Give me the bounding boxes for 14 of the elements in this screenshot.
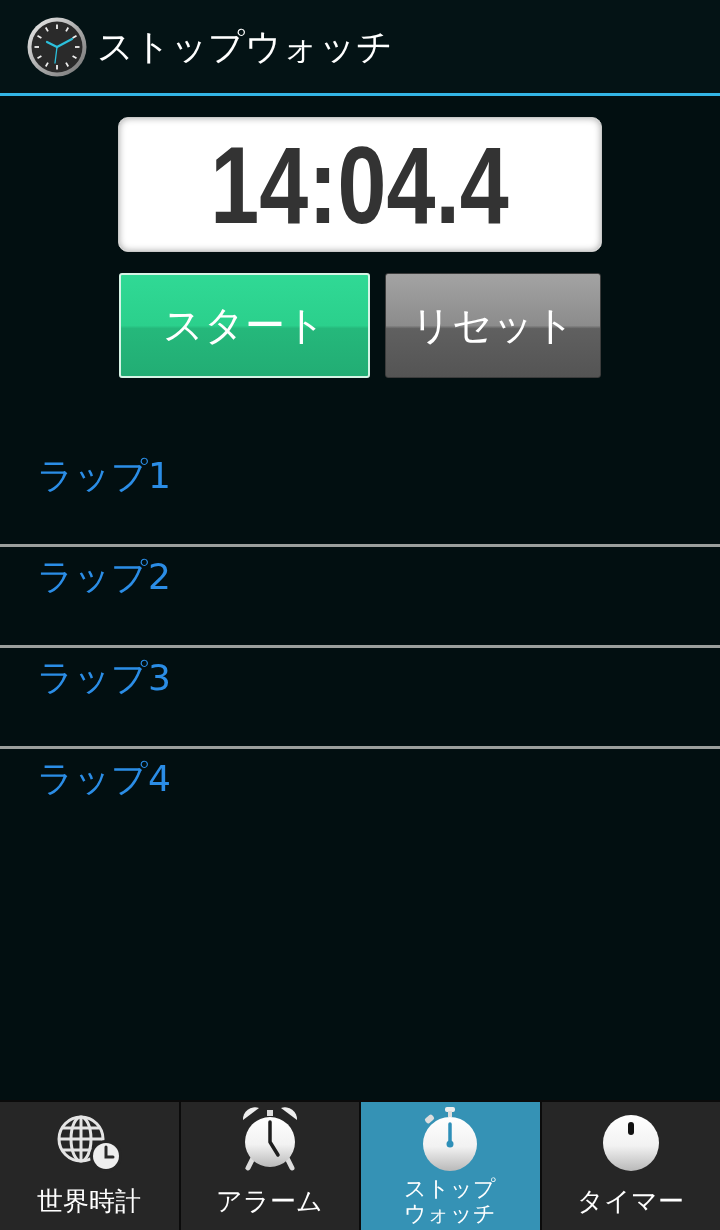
nav-tab[interactable]: アラーム [180,1102,359,1230]
reset-button[interactable]: リセット [385,273,601,378]
timer-icon [601,1114,660,1172]
lap-label: ラップ3 [37,657,171,698]
alarm-clock-icon [240,1106,299,1172]
nav-tab[interactable]: ストップウォッチ [361,1102,540,1230]
lap-label: ラップ1 [37,455,171,496]
elapsed-time: 14:04.4 [210,124,510,245]
nav-tab[interactable]: タイマー [541,1102,720,1230]
lap-label: ラップ2 [37,556,171,597]
nav-tab[interactable]: 世界時計 [0,1102,179,1230]
clock-icon [27,16,87,77]
lap-label: ラップ4 [37,758,171,799]
app-title: ストップウォッチ [97,24,393,69]
